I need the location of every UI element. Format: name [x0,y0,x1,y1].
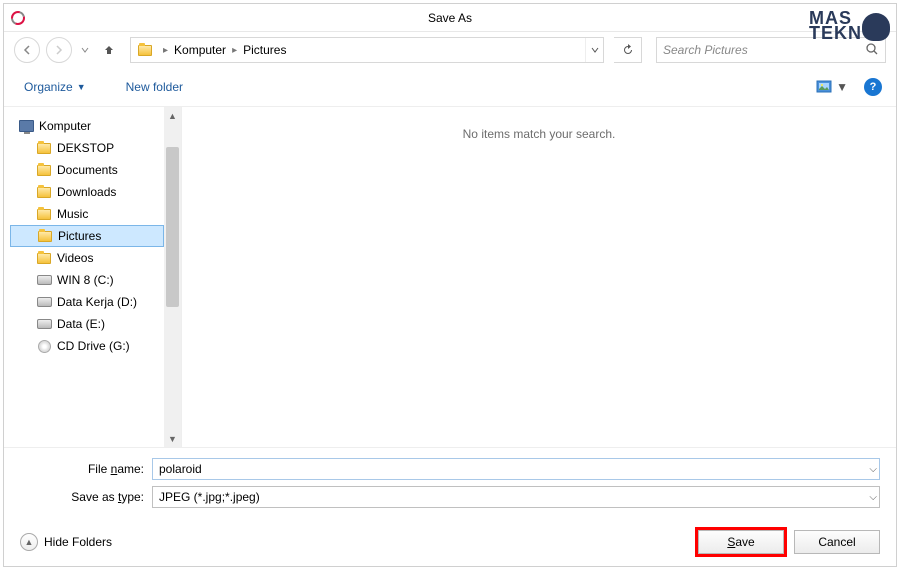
tree-item[interactable]: Data Kerja (D:) [10,291,164,313]
folder-icon [36,184,52,200]
tree-item[interactable]: CD Drive (G:) [10,335,164,357]
folder-icon [36,250,52,266]
scroll-up-icon[interactable]: ▲ [164,107,181,124]
tree-root[interactable]: Komputer [10,115,164,137]
empty-message: No items match your search. [463,127,616,447]
tree-item[interactable]: Data (E:) [10,313,164,335]
folder-tree: Komputer DEKSTOP Documents Downloads Mus… [4,107,182,447]
drive-icon [36,294,52,310]
picture-icon [816,80,834,94]
help-button[interactable]: ? [864,78,882,96]
watermark-avatar-icon [862,13,890,41]
folder-icon [36,206,52,222]
footer: ▲ Hide Folders Save Cancel [4,518,896,566]
filename-label: File name: [20,462,152,476]
drive-icon [36,272,52,288]
chevron-down-icon[interactable]: ⌵ [869,492,877,503]
navigation-bar: ▸ Komputer ▸ Pictures [4,32,896,68]
scroll-thumb[interactable] [166,147,179,307]
up-button[interactable] [98,39,120,61]
forward-button[interactable] [46,37,72,63]
hide-folders-button[interactable]: ▲ Hide Folders [20,533,112,551]
address-bar[interactable]: ▸ Komputer ▸ Pictures [130,37,604,63]
watermark: MAS TEKN [809,11,888,42]
tree-item[interactable]: Documents [10,159,164,181]
tree-item[interactable]: WIN 8 (C:) [10,269,164,291]
cd-icon [36,338,52,354]
toolbar: Organize ▼ New folder ▼ ? [4,68,896,106]
filetype-select[interactable]: JPEG (*.jpg;*.jpeg) ⌵ [152,486,880,508]
chevron-down-icon: ▼ [77,82,86,92]
chevron-up-icon: ▲ [20,533,38,551]
drive-icon [36,316,52,332]
save-form: File name: ⌵ Save as type: JPEG (*.jpg;*… [4,448,896,518]
file-list-area[interactable]: No items match your search. [182,107,896,447]
titlebar: Save As [4,4,896,32]
filename-field[interactable]: ⌵ [152,458,880,480]
tree-item[interactable]: Downloads [10,181,164,203]
view-options-button[interactable]: ▼ [814,78,850,96]
breadcrumb-item[interactable]: Pictures [241,43,288,57]
cancel-button[interactable]: Cancel [794,530,880,554]
window-title: Save As [428,11,472,25]
refresh-button[interactable] [614,37,642,63]
tree-item[interactable]: Music [10,203,164,225]
chevron-right-icon[interactable]: ▸ [159,45,172,56]
computer-icon [18,118,34,134]
folder-icon [36,140,52,156]
save-button[interactable]: Save [698,530,784,554]
folder-icon [37,228,53,244]
chevron-right-icon[interactable]: ▸ [228,45,241,56]
chevron-down-icon[interactable]: ⌵ [869,464,877,475]
back-button[interactable] [14,37,40,63]
new-folder-button[interactable]: New folder [120,76,189,98]
save-as-dialog: Save As MAS TEKN ▸ Komputer ▸ Pictures [3,3,897,567]
chevron-down-icon: ▼ [836,80,848,94]
filetype-label: Save as type: [20,490,152,504]
folder-icon [36,162,52,178]
tree-item-selected[interactable]: Pictures [10,225,164,247]
tree-scrollbar[interactable]: ▲ ▼ [164,107,181,447]
breadcrumb-item[interactable]: Komputer [172,43,228,57]
tree-item[interactable]: Videos [10,247,164,269]
organize-button[interactable]: Organize ▼ [18,76,92,98]
folder-icon [135,40,155,60]
search-icon[interactable] [865,42,879,59]
nav-history-dropdown[interactable] [78,37,92,63]
filename-input[interactable] [159,462,873,476]
search-input[interactable] [663,43,865,57]
app-icon [10,10,26,26]
scroll-down-icon[interactable]: ▼ [164,430,181,447]
tree-item[interactable]: DEKSTOP [10,137,164,159]
main-area: Komputer DEKSTOP Documents Downloads Mus… [4,106,896,448]
address-dropdown[interactable] [585,38,603,62]
